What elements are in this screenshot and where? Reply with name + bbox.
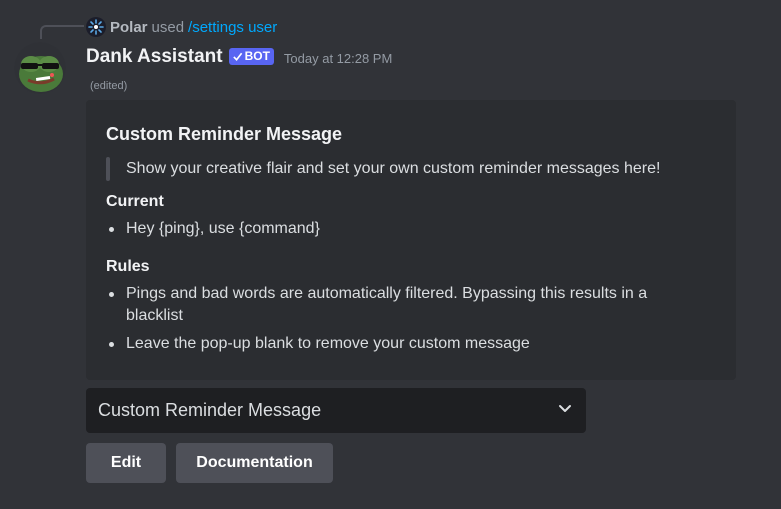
- reply-connector-line: [40, 25, 84, 39]
- embed-card: Custom Reminder Message Show your creati…: [86, 100, 736, 380]
- list-item: Leave the pop-up blank to remove your cu…: [106, 333, 706, 355]
- quote-text: Show your creative flair and set your ow…: [126, 160, 661, 177]
- embed-title: Custom Reminder Message: [106, 124, 343, 144]
- documentation-button[interactable]: Documentation: [176, 443, 333, 483]
- list-item: Hey {ping}, use {command}: [106, 218, 706, 240]
- chat-message: Polar used /settings user Dank Assistant…: [0, 0, 781, 509]
- field-name-current: Current: [106, 193, 164, 210]
- command-usage-header: Polar used /settings user: [86, 17, 277, 37]
- command-name-link[interactable]: /settings user: [188, 19, 277, 36]
- quote-bar: [106, 157, 110, 181]
- bot-tag-label: BOT: [244, 49, 270, 63]
- message-timestamp[interactable]: Today at 12:28 PM: [284, 51, 392, 66]
- select-menu[interactable]: Custom Reminder Message: [86, 388, 586, 433]
- chevron-down-icon: [556, 399, 574, 422]
- embed-quote: Show your creative flair and set your ow…: [106, 157, 660, 181]
- command-used-text: used: [151, 18, 185, 36]
- edit-button[interactable]: Edit: [86, 443, 166, 483]
- edited-label: (edited): [90, 80, 128, 92]
- verified-check-icon: [232, 52, 242, 61]
- bot-avatar[interactable]: [14, 42, 66, 94]
- select-menu-value: Custom Reminder Message: [98, 400, 322, 420]
- list-item: Pings and bad words are automatically fi…: [106, 283, 706, 327]
- command-user-name[interactable]: Polar: [110, 19, 148, 36]
- pepe-avatar-icon: [14, 42, 66, 94]
- author-name[interactable]: Dank Assistant: [86, 46, 223, 68]
- polar-avatar-icon[interactable]: [86, 17, 106, 37]
- field-name-rules: Rules: [106, 258, 150, 275]
- bot-tag: BOT: [228, 47, 274, 65]
- message-header: Dank Assistant BOT Today at 12:28 PM: [86, 45, 392, 69]
